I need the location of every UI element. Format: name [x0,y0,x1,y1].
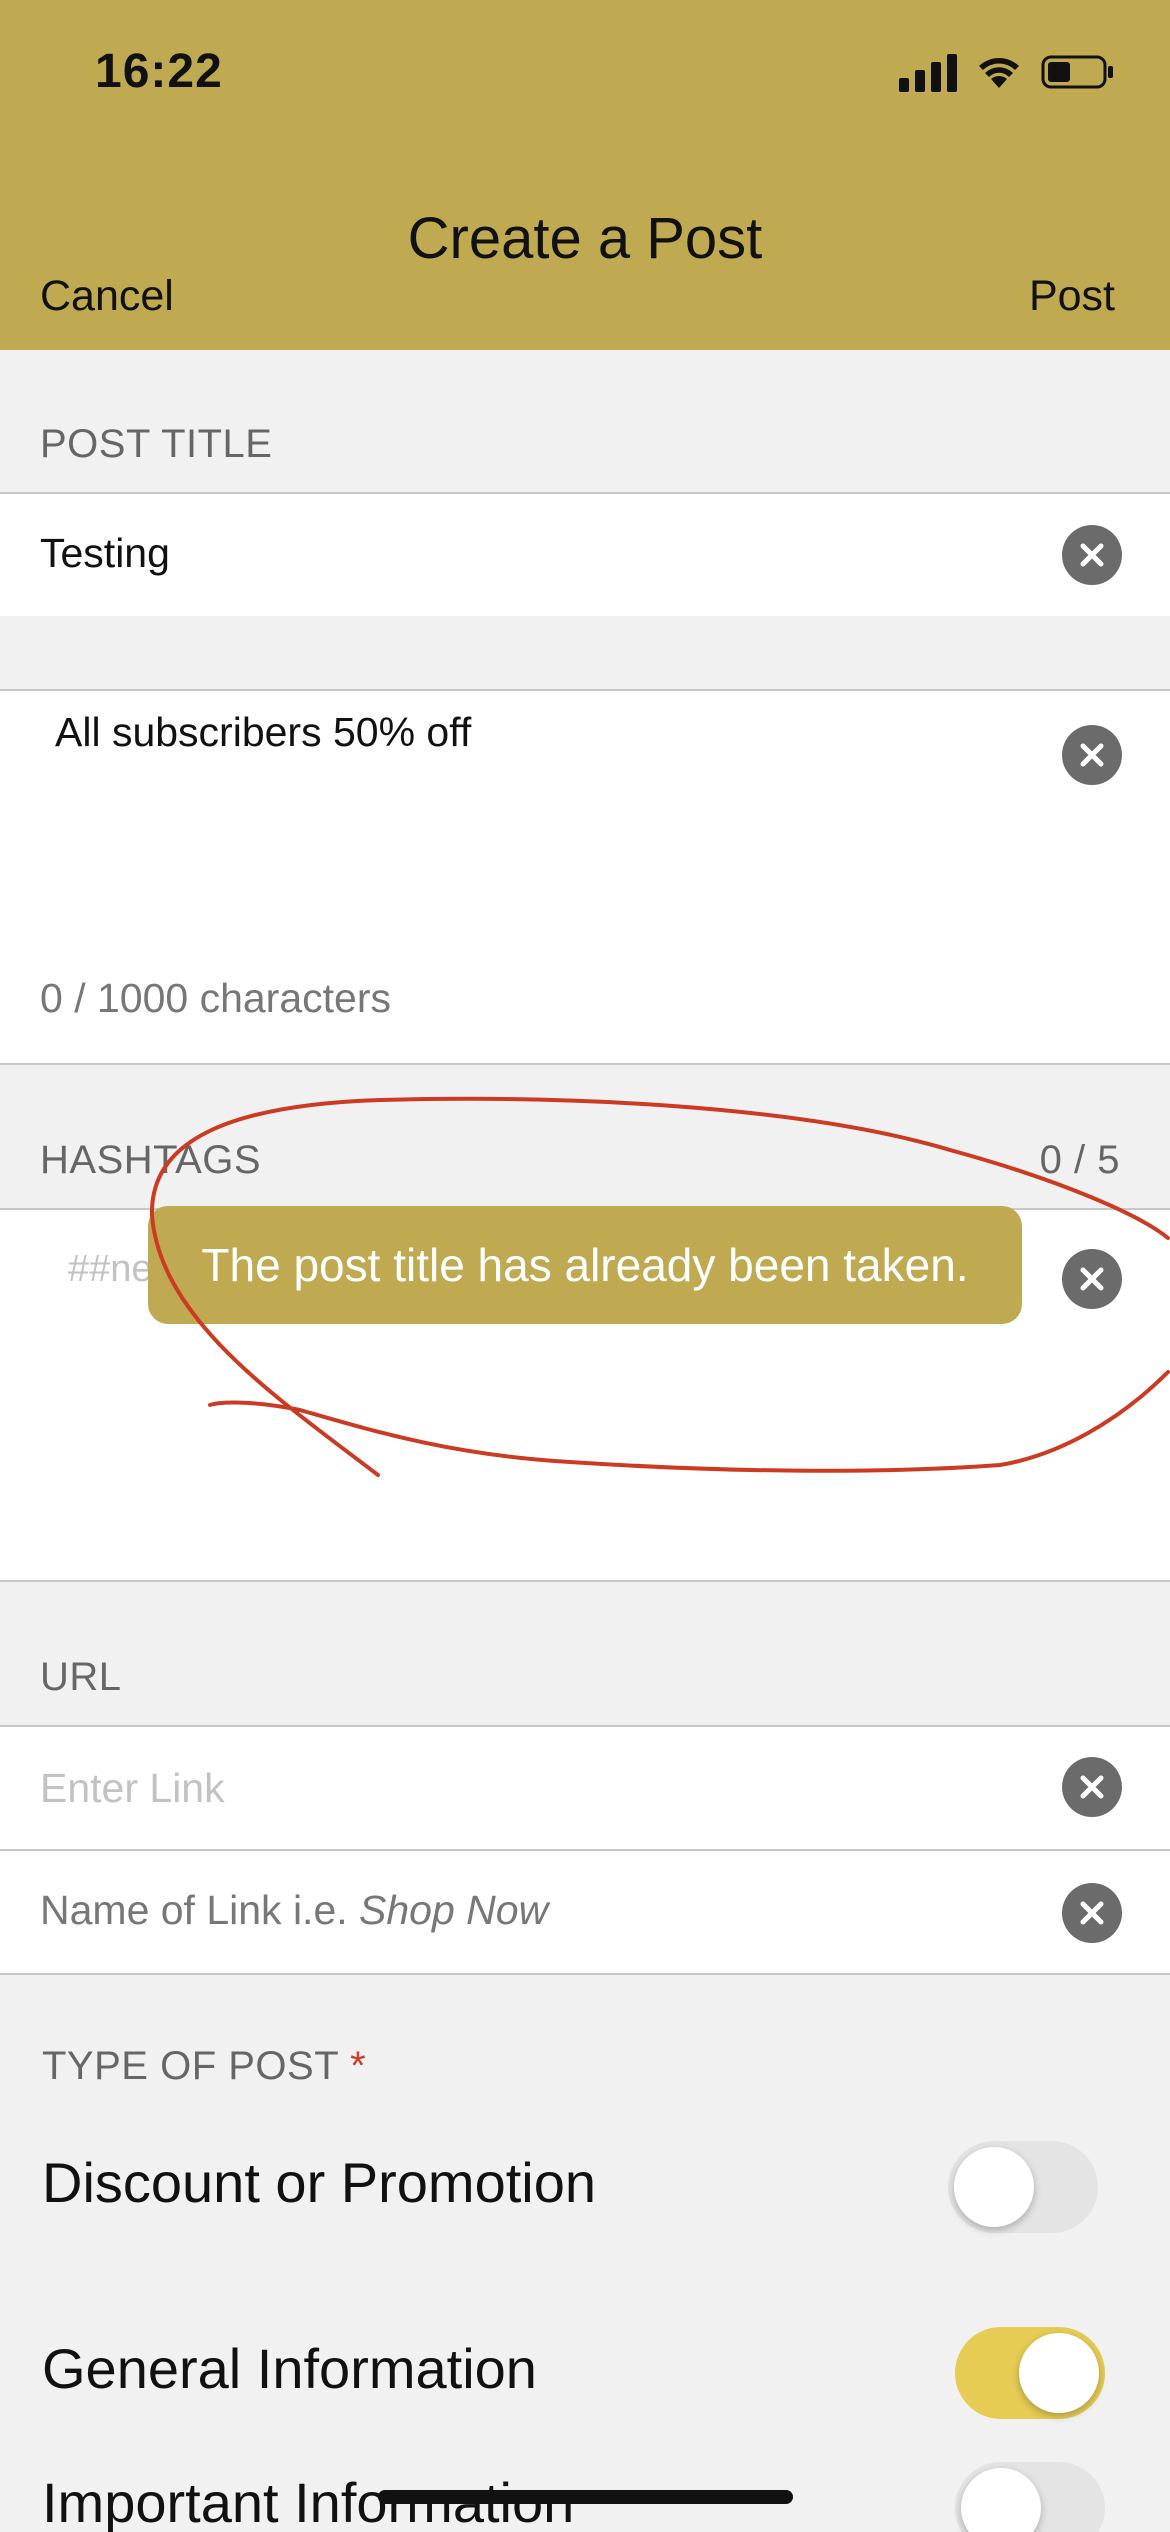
clear-icon[interactable] [1062,1883,1122,1943]
toggle-knob [961,2468,1041,2532]
status-icons [899,52,1115,92]
description-value[interactable]: All subscribers 50% off [55,709,471,756]
link-name-placeholder-prefix: Name of Link i.e. [40,1887,360,1933]
link-name-field[interactable]: Name of Link i.e. Shop Now [0,1851,1170,1973]
link-input[interactable]: Enter Link [40,1765,225,1812]
type-of-post-label-text: TYPE OF POST [42,2044,339,2088]
wifi-icon [977,54,1021,90]
clear-icon[interactable] [1062,525,1122,585]
link-field[interactable]: Enter Link [0,1727,1170,1849]
post-title-field[interactable]: Testing [0,494,1170,616]
toggle-knob [954,2147,1034,2227]
toggle-discount[interactable] [948,2141,1098,2233]
divider [0,1580,1170,1582]
url-label: URL [40,1655,122,1699]
toggle-knob [1019,2333,1099,2413]
toggle-important[interactable] [955,2462,1105,2532]
post-title-value[interactable]: Testing [40,530,170,577]
type-of-post-label: TYPE OF POST * [42,2044,366,2089]
link-name-placeholder-example: Shop Now [359,1887,549,1933]
divider [0,1973,1170,1975]
header: 16:22 Create a Post Cancel Post [0,0,1170,350]
link-name-input[interactable]: Name of Link i.e. Shop Now [40,1887,548,1934]
hashtags-count: 0 / 5 [1039,1138,1120,1182]
home-indicator[interactable] [378,2490,793,2504]
character-count: 0 / 1000 characters [40,975,391,1021]
toast-message: The post title has already been taken. [201,1239,969,1291]
description-field[interactable]: All subscribers 50% off 0 / 1000 charact… [0,691,1170,1063]
toggle-label-discount: Discount or Promotion [42,2151,597,2214]
clear-icon[interactable] [1062,725,1122,785]
hashtags-placeholder[interactable]: ##ne [68,1248,153,1291]
error-toast: The post title has already been taken. [148,1206,1022,1324]
post-button[interactable]: Post [1029,272,1115,321]
required-mark: * [350,2044,367,2088]
hashtags-label: HASHTAGS [40,1138,262,1182]
page-title: Create a Post [407,206,763,271]
post-title-label: POST TITLE [40,422,273,466]
status-time: 16:22 [95,45,223,98]
clear-icon[interactable] [1062,1249,1122,1309]
toggle-general[interactable] [955,2327,1105,2419]
signal-icon [899,52,957,92]
battery-icon [1041,54,1115,90]
clear-icon[interactable] [1062,1757,1122,1817]
create-post-screen: 16:22 Create a Post Cancel Post POST TIT… [0,0,1170,2532]
divider [0,1063,1170,1065]
toggle-label-general: General Information [42,2337,537,2400]
cancel-button[interactable]: Cancel [40,272,174,321]
